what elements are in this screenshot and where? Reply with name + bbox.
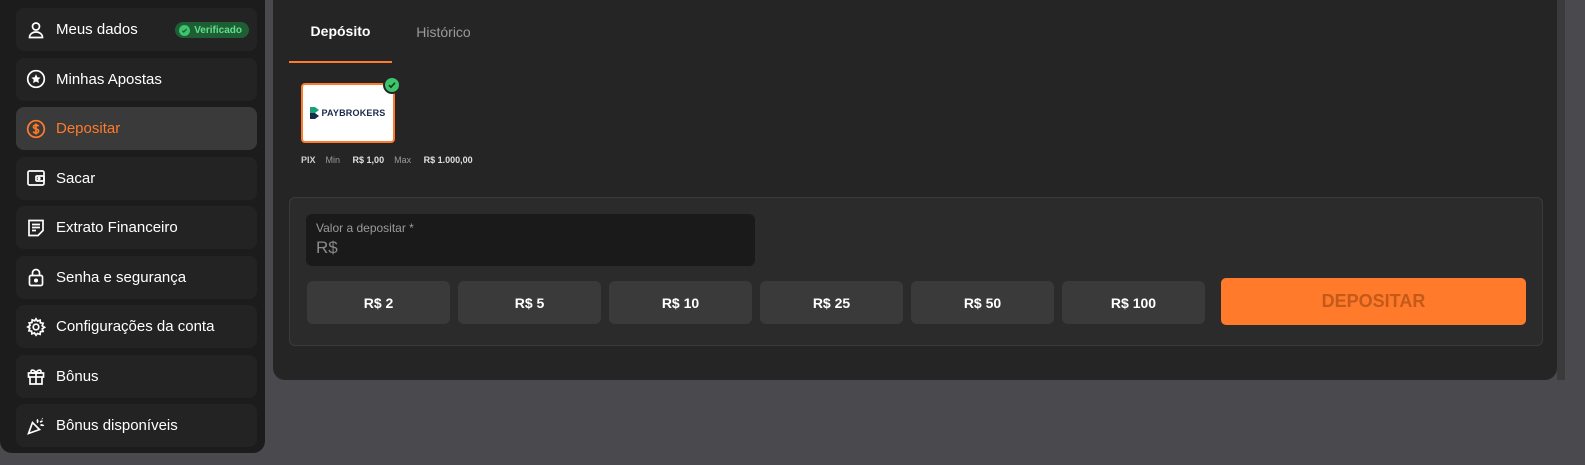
sidebar-item-minhas-apostas[interactable]: Minhas Apostas: [16, 57, 257, 101]
min-label: Min: [325, 155, 341, 165]
min-limit: Min R$ 1,00: [326, 155, 385, 165]
tab-historico[interactable]: Histórico: [392, 0, 495, 63]
gear-icon: [26, 316, 46, 337]
verified-badge: Verificado: [175, 22, 249, 38]
max-limit: Max R$ 1.000,00: [394, 155, 473, 165]
sidebar-item-configuracoes[interactable]: Configurações da conta: [16, 305, 257, 348]
sidebar-item-bonus[interactable]: Bônus: [16, 354, 257, 398]
quick-amount-button[interactable]: R$ 25: [760, 281, 903, 324]
logo-text: PAYBROKERS: [321, 108, 386, 118]
max-value: R$ 1.000,00: [423, 155, 473, 165]
quick-amounts: R$ 2 R$ 5 R$ 10 R$ 25 R$ 50 R$ 100: [307, 281, 1213, 324]
sidebar-item-sacar[interactable]: Sacar: [16, 156, 257, 200]
quick-amount-button[interactable]: R$ 50: [911, 281, 1054, 324]
statement-icon: [26, 218, 46, 238]
sidebar-item-senha-seguranca[interactable]: Senha e segurança: [16, 255, 257, 299]
method-type: PIX: [301, 155, 316, 165]
amount-field[interactable]: Valor a depositar *: [306, 214, 755, 266]
user-icon: [26, 20, 46, 40]
sidebar-item-bonus-disponiveis[interactable]: Bônus disponíveis: [16, 404, 257, 447]
star-icon: [26, 69, 46, 89]
amount-label: Valor a depositar *: [316, 221, 414, 235]
sidebar-item-label: Bônus disponíveis: [56, 417, 178, 434]
gift-icon: [26, 366, 46, 386]
sidebar-item-label: Bônus: [56, 367, 99, 385]
quick-amount-button[interactable]: R$ 10: [609, 281, 752, 324]
badge-label: Verificado: [194, 24, 242, 36]
deposit-form: Valor a depositar * R$ 2 R$ 5 R$ 10 R$ 2…: [289, 197, 1543, 346]
selected-check-icon: [383, 76, 401, 94]
wallet-icon: [26, 168, 46, 188]
sidebar-item-label: Depositar: [56, 120, 121, 137]
lock-icon: [26, 267, 46, 287]
payment-method-card[interactable]: PAYBROKERS: [301, 83, 395, 143]
account-sidebar: Meus dados Verificado Minhas Apostas Dep…: [0, 0, 265, 453]
quick-amount-button[interactable]: R$ 100: [1062, 281, 1205, 324]
deposit-panel: Depósito Histórico PAYBROKERS PIX Min R$…: [273, 0, 1557, 380]
quick-amount-button[interactable]: R$ 2: [307, 281, 450, 324]
sidebar-item-extrato-financeiro[interactable]: Extrato Financeiro: [16, 206, 257, 249]
paybrokers-mark-icon: [310, 107, 320, 119]
max-label: Max: [394, 155, 412, 165]
amount-input[interactable]: [316, 238, 745, 258]
scrollbar-track[interactable]: [1557, 0, 1565, 380]
sidebar-item-meus-dados[interactable]: Meus dados Verificado: [16, 8, 257, 51]
deposit-submit-button[interactable]: DEPOSITAR: [1221, 278, 1526, 325]
sidebar-item-label: Configurações da conta: [56, 318, 215, 335]
payment-method-info: PIX Min R$ 1,00 Max R$ 1.000,00: [301, 155, 483, 165]
sidebar-item-label: Senha e segurança: [56, 268, 187, 286]
sidebar-item-depositar[interactable]: Depositar: [16, 107, 257, 150]
sidebar-item-label: Sacar: [56, 169, 96, 187]
quick-amount-button[interactable]: R$ 5: [458, 281, 601, 324]
check-icon: [179, 24, 191, 36]
min-value: R$ 1,00: [352, 155, 385, 165]
party-icon: [26, 416, 46, 436]
dollar-icon: [26, 119, 46, 139]
sidebar-item-label: Extrato Financeiro: [56, 219, 178, 236]
sidebar-item-label: Minhas Apostas: [56, 70, 162, 88]
tab-bar: Depósito Histórico: [289, 0, 495, 63]
paybrokers-logo: PAYBROKERS: [310, 107, 385, 119]
tab-deposito[interactable]: Depósito: [289, 0, 392, 63]
sidebar-item-label: Meus dados: [56, 21, 138, 38]
